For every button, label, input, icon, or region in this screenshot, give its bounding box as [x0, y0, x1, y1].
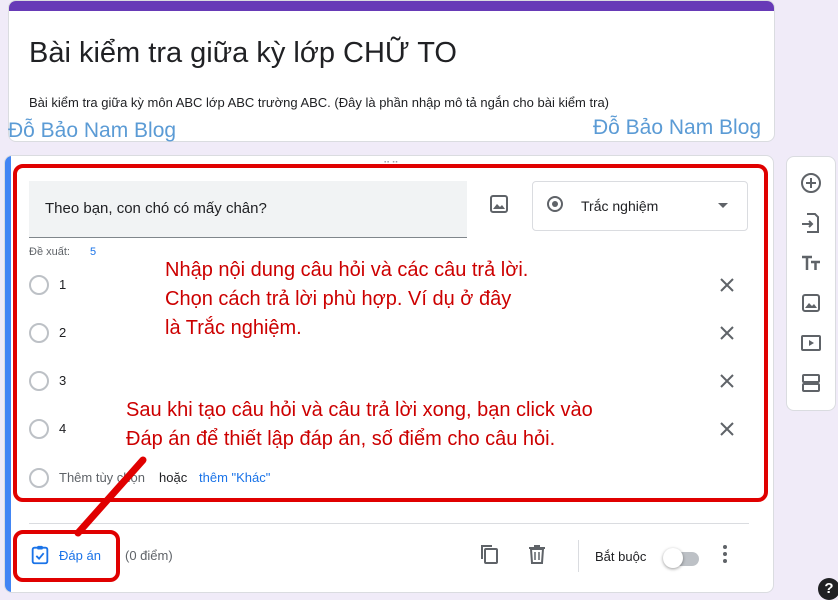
add-section-icon	[802, 374, 820, 392]
annotation-note-1-line-2: Chọn cách trả lời phù hợp. Ví dụ ở đây	[165, 288, 512, 310]
help-button[interactable]: ?	[818, 578, 838, 600]
duplicate-button[interactable]	[477, 542, 501, 566]
delete-button[interactable]	[525, 542, 549, 566]
annotation-note-1-line-1: Nhập nội dung câu hỏi và các câu trả lời…	[165, 259, 529, 281]
active-indicator	[5, 156, 11, 592]
more-vert-icon	[723, 545, 727, 563]
annotation-box-answer-key	[13, 530, 120, 582]
required-label: Bắt buộc	[595, 549, 647, 564]
add-section-button[interactable]	[799, 371, 823, 395]
add-title-button[interactable]	[799, 251, 823, 275]
points-label: (0 điểm)	[125, 548, 173, 563]
side-toolbar	[786, 156, 836, 411]
copy-icon	[481, 545, 498, 564]
form-title[interactable]: Bài kiểm tra giữa kỳ lớp CHỮ TO	[29, 37, 457, 70]
required-toggle[interactable]	[663, 548, 701, 568]
add-question-button[interactable]	[799, 171, 823, 195]
form-description[interactable]: Bài kiểm tra giữa kỳ môn ABC lớp ABC trư…	[29, 95, 609, 110]
annotation-note-2-line-2: Đáp án để thiết lập đáp án, số điểm cho …	[126, 428, 556, 450]
add-video-icon	[801, 335, 821, 351]
add-title-icon	[802, 255, 820, 270]
import-questions-button[interactable]	[799, 211, 823, 235]
toggle-knob	[663, 548, 683, 568]
annotation-note-2-line-1: Sau khi tạo câu hỏi và câu trả lời xong,…	[126, 399, 593, 421]
add-video-button[interactable]	[799, 331, 823, 355]
watermark-right: Đỗ Bảo Nam Blog	[593, 116, 762, 139]
divider	[29, 523, 749, 524]
add-image-tool-button[interactable]	[799, 291, 823, 315]
trash-icon	[529, 545, 545, 564]
watermark-left: Đỗ Bảo Nam Blog	[8, 119, 177, 142]
theme-color-bar	[9, 1, 774, 11]
add-image-icon	[802, 294, 820, 312]
add-question-icon	[801, 173, 821, 193]
more-options-button[interactable]	[713, 542, 737, 566]
import-questions-icon	[802, 213, 819, 233]
toolbar-separator	[578, 540, 579, 572]
annotation-note-1-line-3: là Trắc nghiệm.	[165, 317, 302, 339]
